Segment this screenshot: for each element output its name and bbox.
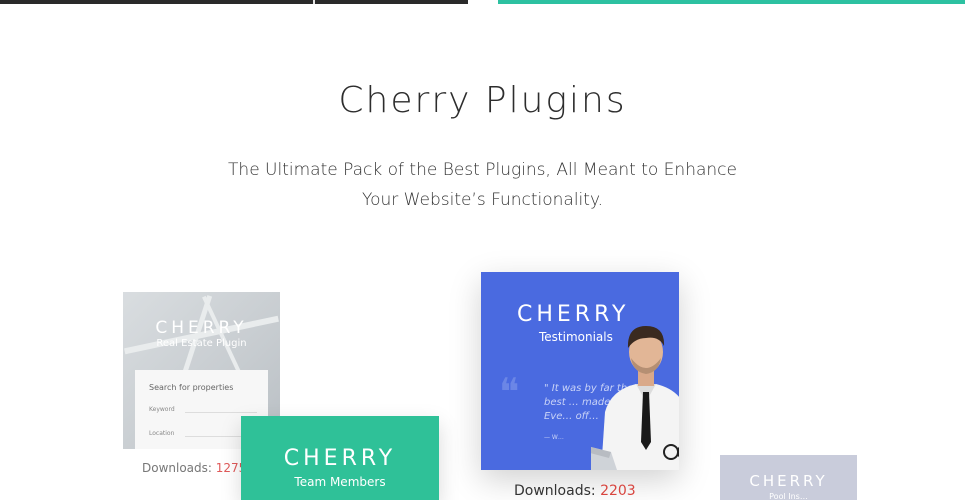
keyword-field-label: Keyword xyxy=(149,406,175,413)
plugin-name: Pool Ins… xyxy=(769,492,808,500)
section-title: Cherry Plugins xyxy=(338,80,627,121)
plugin-brand: CHERRY xyxy=(749,472,828,490)
subtitle-line-1: The Ultimate Pack of the Best Plugins, A… xyxy=(228,160,737,180)
plugin-name: Real Estate Plugin xyxy=(156,338,247,349)
plugin-card-testimonials[interactable]: CHERRY Testimonials ❝ " It was by far th… xyxy=(481,272,679,470)
businessman-illustration xyxy=(591,326,679,470)
plugin-brand: CHERRY xyxy=(155,318,248,338)
quote-author: — W… xyxy=(544,434,564,441)
subtitle-line-2: Your Website’s Functionality. xyxy=(361,190,603,210)
section-subtitle: The Ultimate Pack of the Best Plugins, A… xyxy=(210,155,755,215)
plugin-card-team-members[interactable]: CHERRY Team Members xyxy=(241,416,439,500)
top-accent-bar xyxy=(498,0,965,4)
plugin-card-pool[interactable]: CHERRY Pool Ins… xyxy=(720,455,857,500)
strip-divider xyxy=(313,0,315,4)
quote-icon: ❝ xyxy=(499,370,520,414)
top-image-strip xyxy=(0,0,468,4)
keyword-field xyxy=(185,412,257,413)
plugin-brand: CHERRY xyxy=(283,446,397,471)
downloads-testimonials: Downloads: 2203 xyxy=(514,483,636,499)
location-field-label: Location xyxy=(149,430,175,437)
downloads-count: 2203 xyxy=(600,483,636,499)
downloads-label: Downloads: xyxy=(514,483,596,499)
downloads-label: Downloads: xyxy=(142,461,212,475)
downloads-real-estate: Downloads: 1275 xyxy=(142,461,246,475)
search-panel-label: Search for properties xyxy=(149,383,234,392)
plugin-name: Team Members xyxy=(294,475,386,489)
